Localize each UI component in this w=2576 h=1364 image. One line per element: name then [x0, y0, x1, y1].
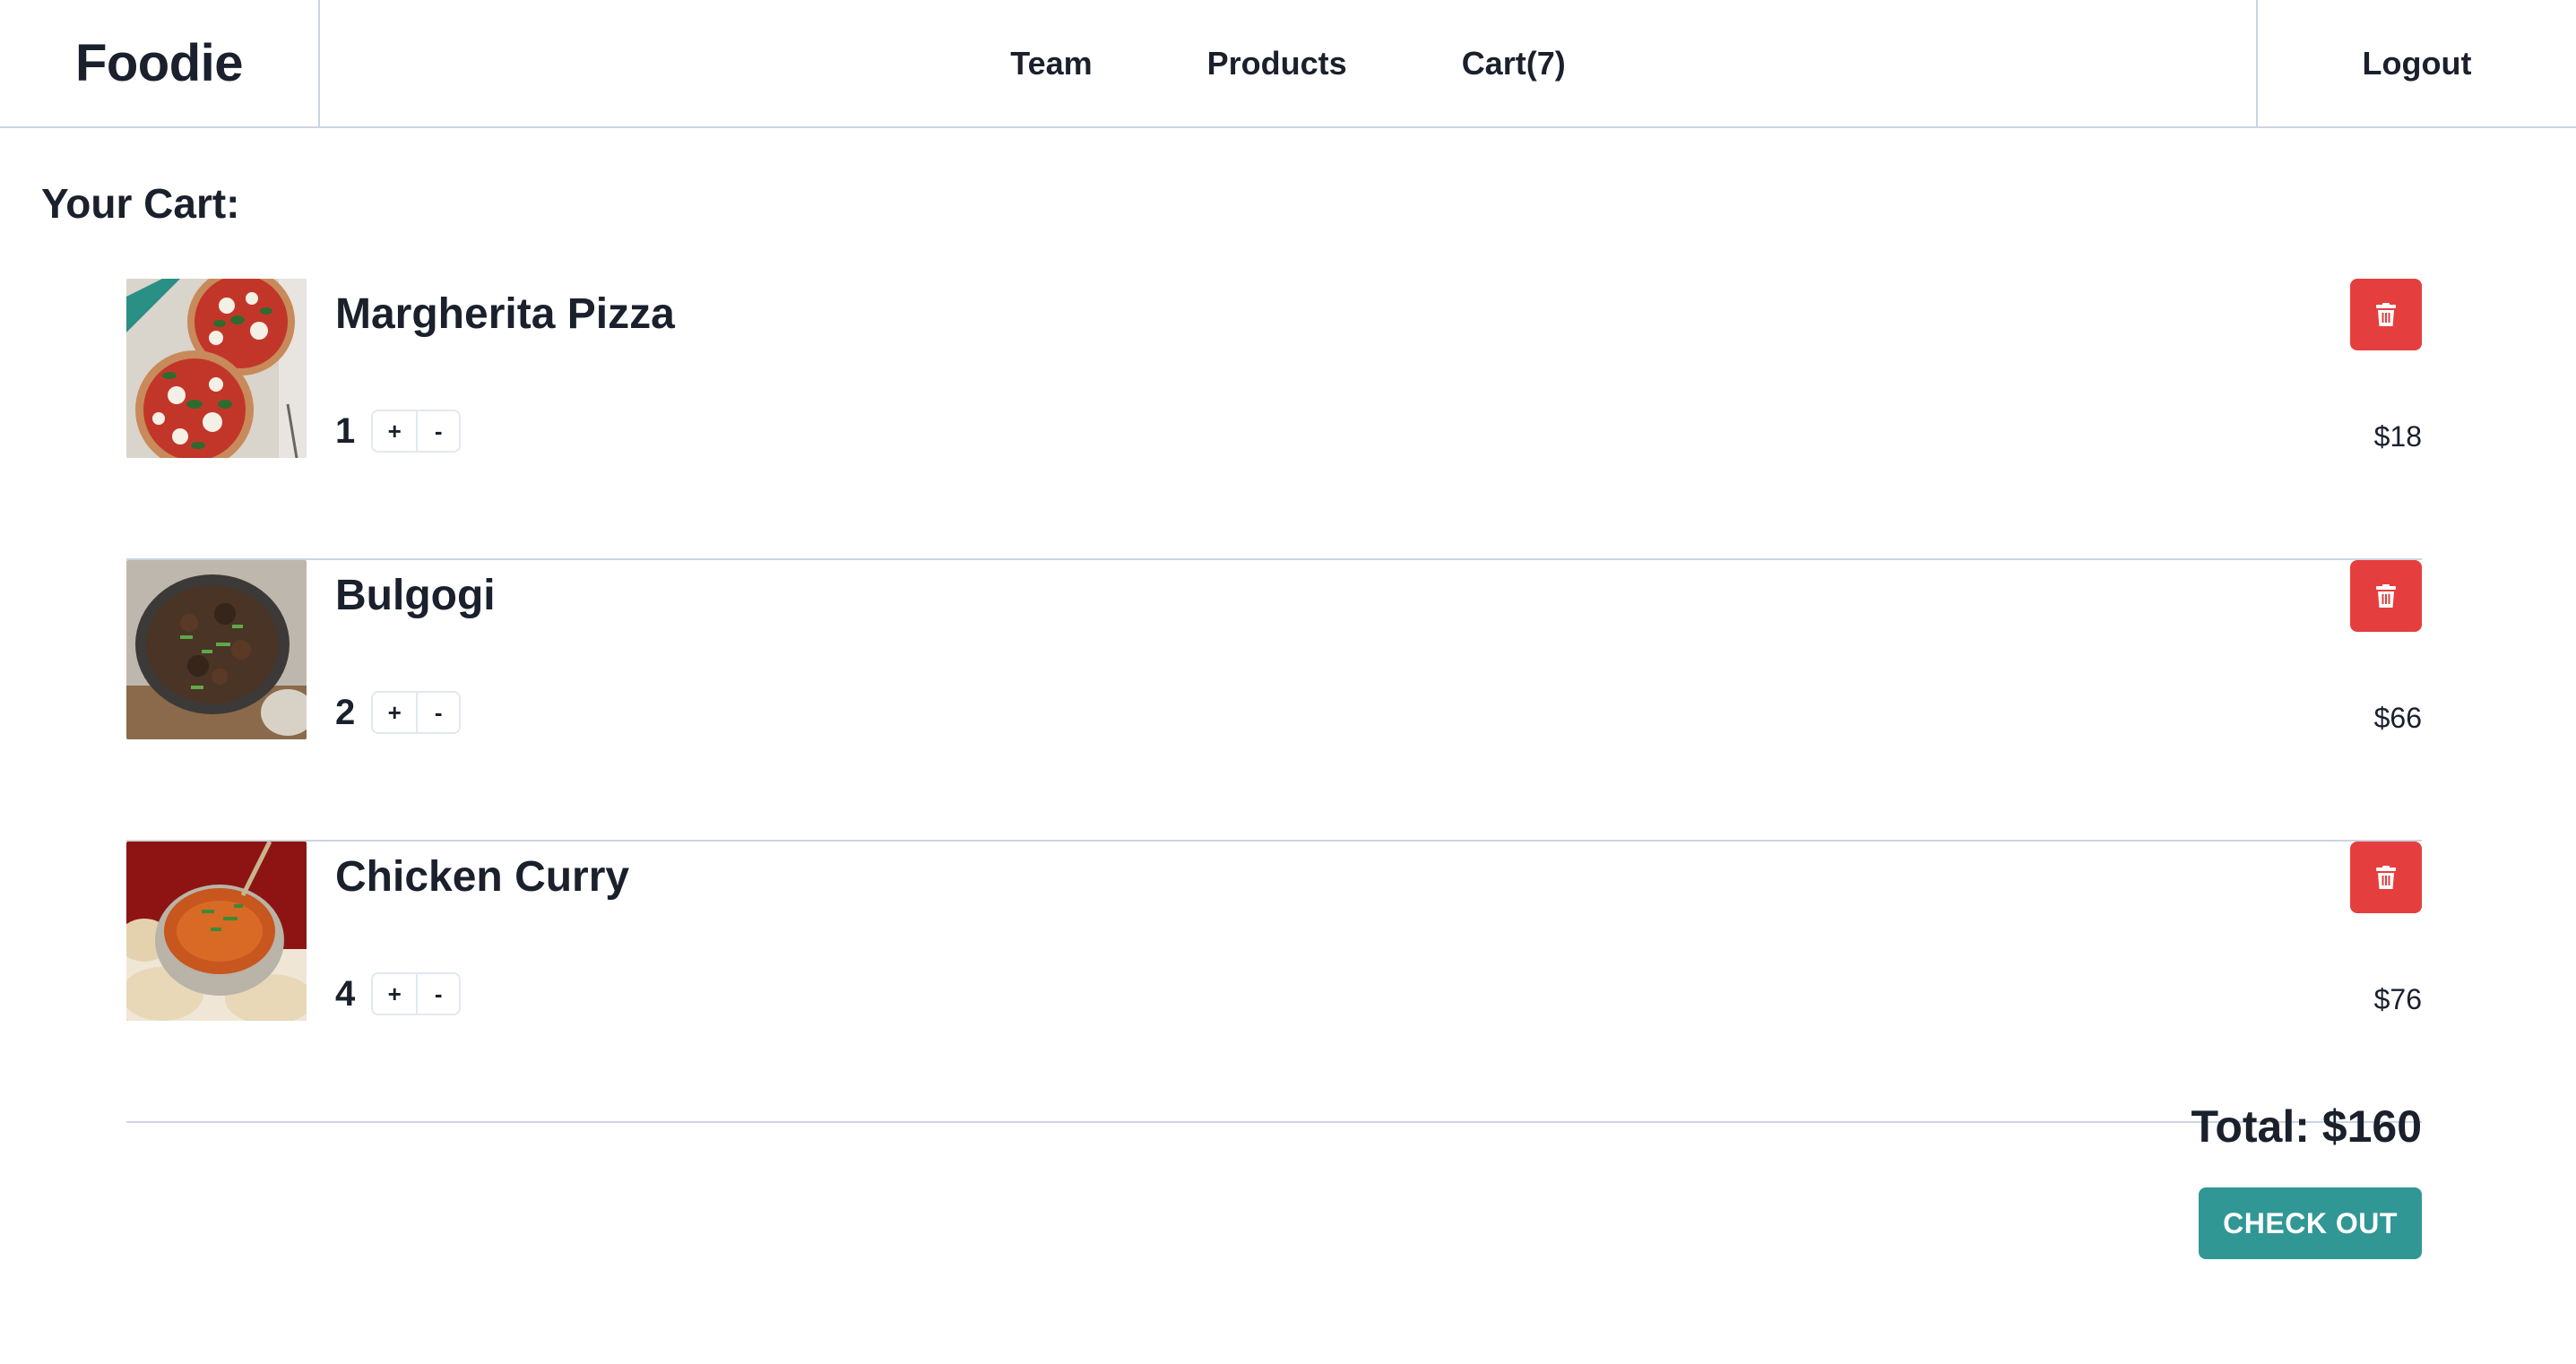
brand-container: Foodie [0, 0, 320, 126]
nav-link-products[interactable]: Products [1207, 45, 1347, 82]
brand-logo[interactable]: Foodie [75, 33, 244, 93]
item-name: Margherita Pizza [335, 290, 675, 338]
item-price: $66 [2373, 702, 2422, 734]
increase-quantity-button[interactable]: + [373, 974, 417, 1014]
nav-link-team[interactable]: Team [1010, 45, 1092, 82]
quantity-control: 1 + - [335, 410, 462, 453]
trash-icon [2376, 584, 2396, 608]
trash-icon [2376, 303, 2396, 326]
item-price: $18 [2373, 420, 2422, 453]
quantity-control: 2 + - [335, 691, 462, 734]
quantity-value: 2 [335, 692, 356, 732]
navbar: Foodie Team Products Cart(7) Logout [0, 0, 2576, 128]
increase-quantity-button[interactable]: + [373, 693, 417, 732]
main-nav: Team Products Cart(7) [320, 0, 2256, 126]
decrease-quantity-button[interactable]: - [416, 693, 460, 732]
delete-item-button[interactable] [2350, 560, 2422, 632]
quantity-control: 4 + - [335, 972, 462, 1015]
quantity-stepper: + - [371, 410, 462, 453]
trash-icon [2376, 866, 2396, 889]
page-title: Your Cart: [41, 180, 240, 227]
nav-link-cart[interactable]: Cart(7) [1462, 45, 1566, 82]
quantity-stepper: + - [371, 972, 462, 1015]
cart-item: Chicken Curry 4 + - $76 [126, 842, 2422, 1123]
item-name: Bulgogi [335, 572, 496, 619]
delete-item-button[interactable] [2350, 279, 2422, 350]
decrease-quantity-button[interactable]: - [416, 974, 460, 1014]
quantity-stepper: + - [371, 691, 462, 734]
cart-total: Total: $160 [2191, 1101, 2423, 1152]
pizza-photo [126, 279, 307, 458]
checkout-button[interactable]: CHECK OUT [2199, 1187, 2422, 1259]
item-name: Chicken Curry [335, 853, 630, 901]
bulgogi-photo [126, 560, 307, 739]
logout-container: Logout [2256, 0, 2576, 126]
increase-quantity-button[interactable]: + [373, 411, 417, 451]
delete-item-button[interactable] [2350, 842, 2422, 913]
logout-link[interactable]: Logout [2363, 45, 2472, 82]
cart-item: Bulgogi 2 + - $66 [126, 560, 2422, 842]
decrease-quantity-button[interactable]: - [416, 411, 460, 451]
item-price: $76 [2373, 983, 2422, 1015]
cart-list: Margherita Pizza 1 + - $18 Bulgogi 2 + -… [126, 279, 2422, 1123]
curry-photo [126, 842, 307, 1021]
cart-item: Margherita Pizza 1 + - $18 [126, 279, 2422, 560]
quantity-value: 4 [335, 973, 356, 1014]
quantity-value: 1 [335, 410, 356, 451]
